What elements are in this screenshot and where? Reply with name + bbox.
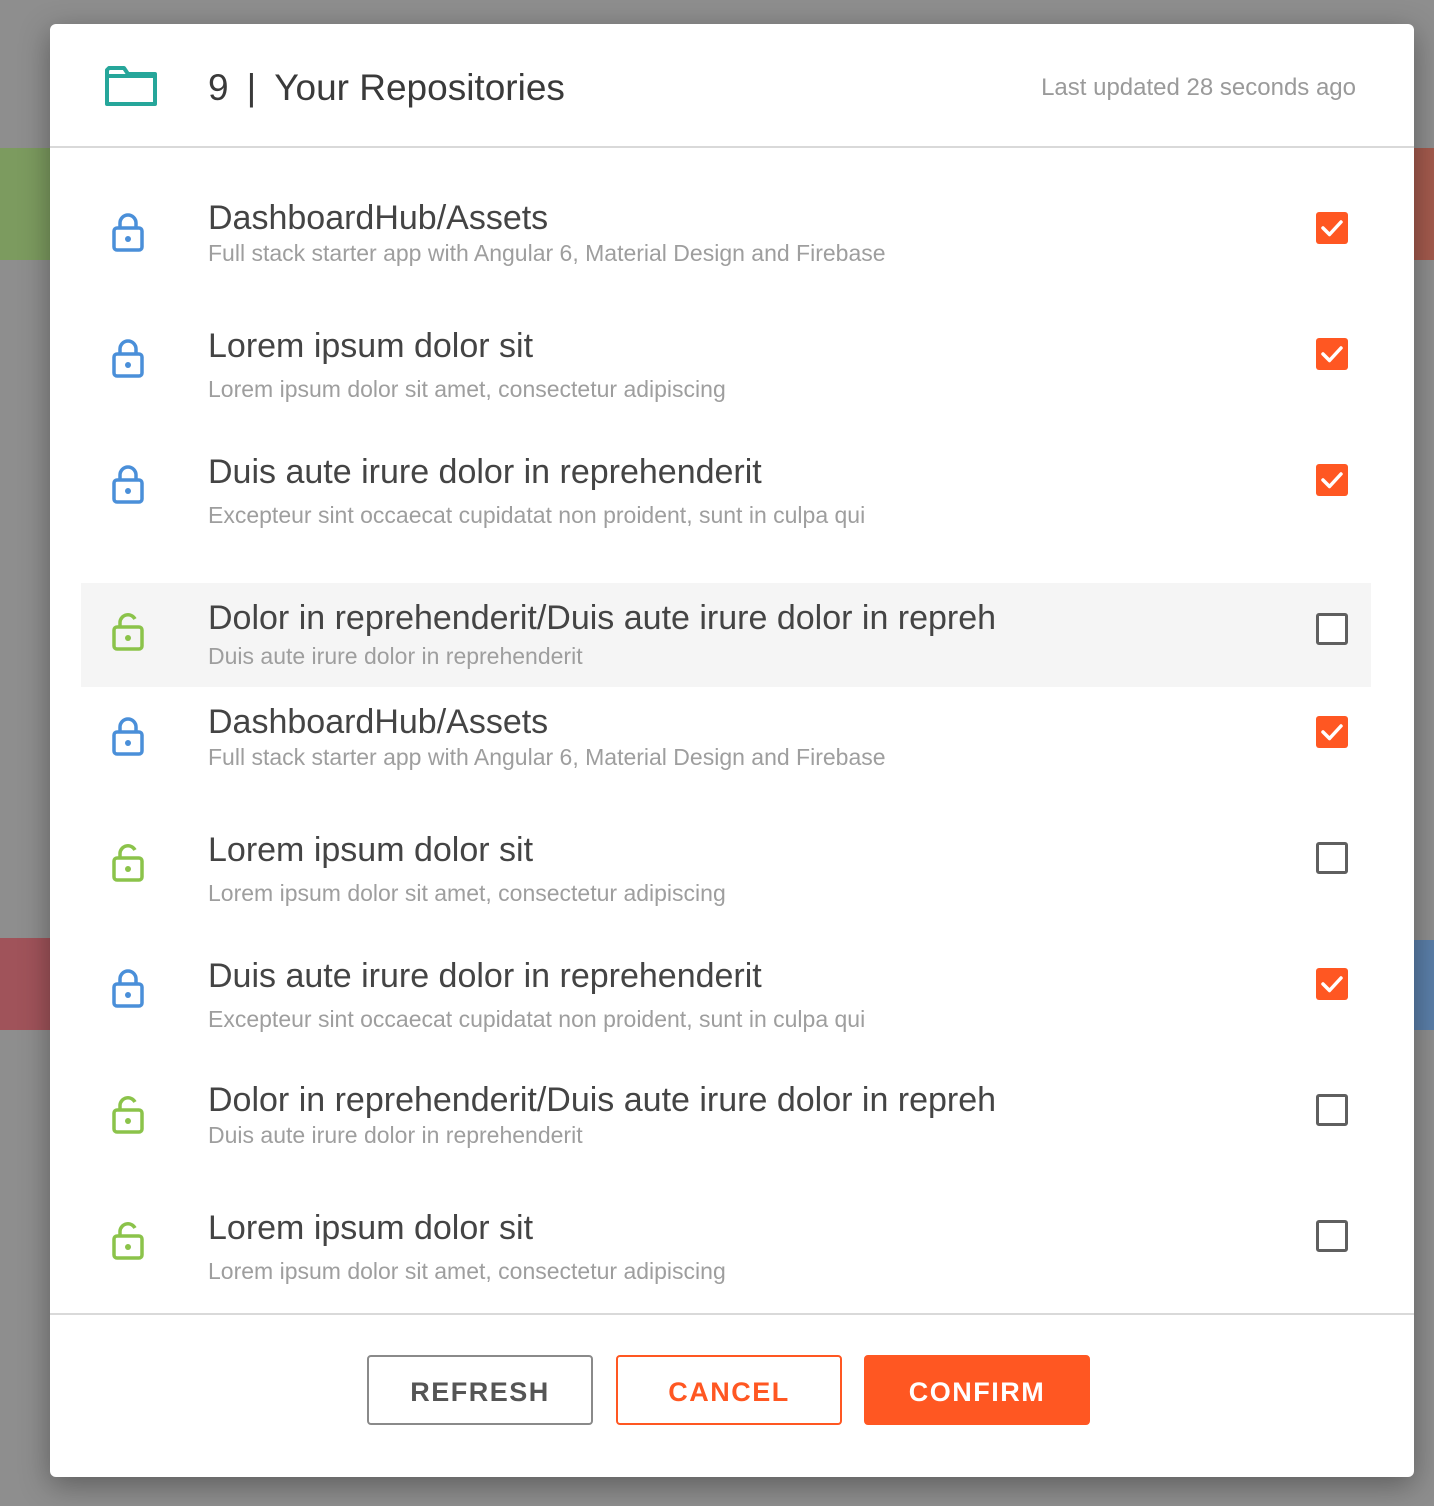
repository-description: Excepteur sint occaecat cupidatat non pr…: [208, 502, 866, 528]
repository-checkbox-unchecked[interactable]: [1316, 842, 1348, 874]
repository-description: Full stack starter app with Angular 6, M…: [208, 240, 886, 266]
dialog-title: 9 | Your Repositories: [208, 64, 565, 112]
repository-description: Lorem ipsum dolor sit amet, consectetur …: [208, 880, 726, 906]
lock-icon: [111, 338, 145, 378]
repository-name: Lorem ipsum dolor sit: [208, 1209, 534, 1247]
lock-icon: [111, 968, 145, 1008]
check-icon: [1321, 346, 1343, 363]
repository-name: Dolor in reprehenderit/Duis aute irure d…: [208, 1081, 997, 1119]
repository-name: Lorem ipsum dolor sit: [208, 327, 534, 365]
confirm-button[interactable]: CONFIRM: [864, 1355, 1090, 1425]
lock-icon: [111, 212, 145, 252]
refresh-button[interactable]: REFRESH: [367, 1355, 593, 1425]
check-icon: [1321, 220, 1343, 237]
lock-icon: [111, 464, 145, 504]
check-icon: [1321, 724, 1343, 741]
repository-row[interactable]: DashboardHub/Assets Full stack starter ap…: [81, 182, 1371, 308]
background-card-red: [0, 938, 50, 1030]
repo-count: 9: [208, 67, 229, 108]
repository-checkbox-unchecked[interactable]: [1316, 1094, 1348, 1126]
repository-name: Dolor in reprehenderit/Duis aute irure d…: [208, 599, 997, 637]
check-icon: [1321, 472, 1343, 489]
repository-row[interactable]: Dolor in reprehenderit/Duis aute irure d…: [81, 583, 1371, 687]
background-card-red-right: [1414, 148, 1434, 260]
repository-checkbox-checked[interactable]: [1316, 212, 1348, 244]
unlock-icon: [111, 842, 145, 882]
unlock-icon: [111, 1220, 145, 1260]
repository-description: Lorem ipsum dolor sit amet, consectetur …: [208, 376, 726, 402]
repository-description: Duis aute irure dolor in reprehenderit: [208, 643, 583, 669]
dialog-header: 9 | Your Repositories Last updated 28 seco…: [50, 24, 1414, 148]
check-icon: [1321, 976, 1343, 993]
repository-checkbox-checked[interactable]: [1316, 968, 1348, 1000]
dialog-footer: REFRESH CANCEL CONFIRM: [50, 1313, 1414, 1477]
repository-checkbox-unchecked[interactable]: [1316, 613, 1348, 645]
repository-checkbox-checked[interactable]: [1316, 338, 1348, 370]
repository-row[interactable]: DashboardHub/Assets Full stack starter ap…: [81, 686, 1371, 812]
repository-description: Lorem ipsum dolor sit amet, consectetur …: [208, 1258, 726, 1284]
repository-row[interactable]: Dolor in reprehenderit/Duis aute irure d…: [81, 1064, 1371, 1190]
unlock-icon: [111, 1094, 145, 1134]
repository-row[interactable]: Lorem ipsum dolor sit Lorem ipsum dolor s…: [81, 1190, 1371, 1316]
title-separator: |: [246, 67, 257, 108]
repository-description: Excepteur sint occaecat cupidatat non pr…: [208, 1006, 866, 1032]
repository-row[interactable]: Duis aute irure dolor in reprehenderit Ex…: [81, 938, 1371, 1064]
repository-checkbox-unchecked[interactable]: [1316, 1220, 1348, 1252]
background-card-green: [0, 148, 50, 260]
title-text: Your Repositories: [274, 67, 565, 108]
repository-row[interactable]: Lorem ipsum dolor sit Lorem ipsum dolor s…: [81, 812, 1371, 938]
repository-name: Lorem ipsum dolor sit: [208, 831, 534, 869]
last-updated-text: Last updated 28 seconds ago: [1041, 74, 1356, 101]
repositories-dialog: 9 | Your Repositories Last updated 28 seco…: [50, 24, 1414, 1477]
folder-icon: [104, 64, 158, 108]
repository-description: Full stack starter app with Angular 6, M…: [208, 744, 886, 770]
repository-checkbox-checked[interactable]: [1316, 716, 1348, 748]
repository-description: Duis aute irure dolor in reprehenderit: [208, 1122, 583, 1148]
unlock-icon: [111, 611, 145, 651]
background-card-blue: [1414, 940, 1434, 1030]
lock-icon: [111, 716, 145, 756]
cancel-button[interactable]: CANCEL: [616, 1355, 842, 1425]
repository-checkbox-checked[interactable]: [1316, 464, 1348, 496]
repository-row[interactable]: Duis aute irure dolor in reprehenderit Ex…: [81, 434, 1371, 560]
repository-name: Duis aute irure dolor in reprehenderit: [208, 957, 762, 995]
repository-name: DashboardHub/Assets: [208, 703, 549, 741]
repository-name: DashboardHub/Assets: [208, 199, 549, 237]
repository-row[interactable]: Lorem ipsum dolor sit Lorem ipsum dolor s…: [81, 308, 1371, 434]
repository-name: Duis aute irure dolor in reprehenderit: [208, 453, 762, 491]
